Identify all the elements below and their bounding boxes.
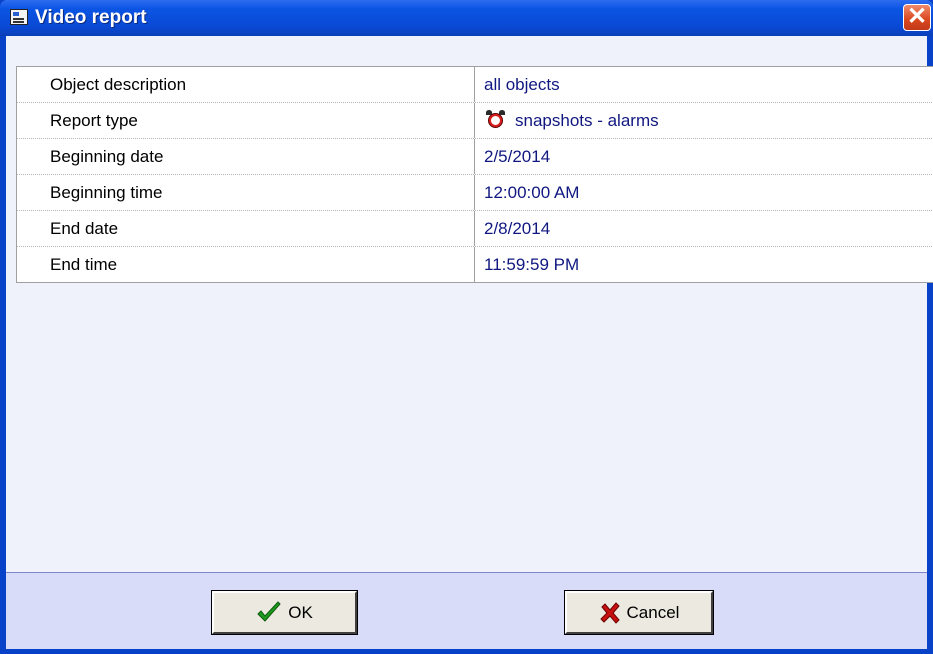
- property-value[interactable]: 2/5/2014: [475, 139, 933, 174]
- checkmark-icon: [257, 600, 281, 622]
- property-grid: Object description all objects Report ty…: [16, 66, 933, 283]
- property-row-end-time[interactable]: End time 11:59:59 PM: [17, 247, 933, 283]
- close-button[interactable]: ✕: [903, 4, 931, 31]
- property-value[interactable]: all objects: [475, 67, 933, 102]
- window-title: Video report: [35, 7, 147, 28]
- alarm-clock-icon: [486, 110, 505, 129]
- button-bar: OK Cancel: [6, 572, 927, 649]
- ok-button[interactable]: OK: [211, 590, 358, 635]
- property-row-beginning-date[interactable]: Beginning date 2/5/2014: [17, 139, 933, 175]
- cancel-button-label: Cancel: [626, 602, 680, 622]
- property-row-report-type[interactable]: Report type snapshots - alarms: [17, 103, 933, 139]
- property-value: snapshots - alarms: [515, 111, 659, 130]
- property-label: Report type: [17, 103, 475, 138]
- property-label: Object description: [17, 67, 475, 102]
- report-window-icon: [10, 9, 28, 25]
- property-value[interactable]: 12:00:00 AM: [475, 175, 933, 210]
- property-row-object-description[interactable]: Object description all objects: [17, 67, 933, 103]
- property-value[interactable]: 11:59:59 PM: [475, 247, 933, 282]
- red-x-icon: [599, 601, 620, 624]
- property-value-cell[interactable]: snapshots - alarms: [475, 103, 933, 138]
- property-label: End time: [17, 247, 475, 282]
- ok-button-label: OK: [288, 602, 313, 622]
- video-report-dialog: Video report ✕ Object description all ob…: [0, 0, 933, 654]
- property-label: Beginning time: [17, 175, 475, 210]
- property-value[interactable]: 2/8/2014: [475, 211, 933, 246]
- cancel-button[interactable]: Cancel: [564, 590, 714, 635]
- property-label: Beginning date: [17, 139, 475, 174]
- title-bar[interactable]: Video report ✕: [0, 0, 933, 36]
- property-row-end-date[interactable]: End date 2/8/2014: [17, 211, 933, 247]
- property-row-beginning-time[interactable]: Beginning time 12:00:00 AM: [17, 175, 933, 211]
- property-label: End date: [17, 211, 475, 246]
